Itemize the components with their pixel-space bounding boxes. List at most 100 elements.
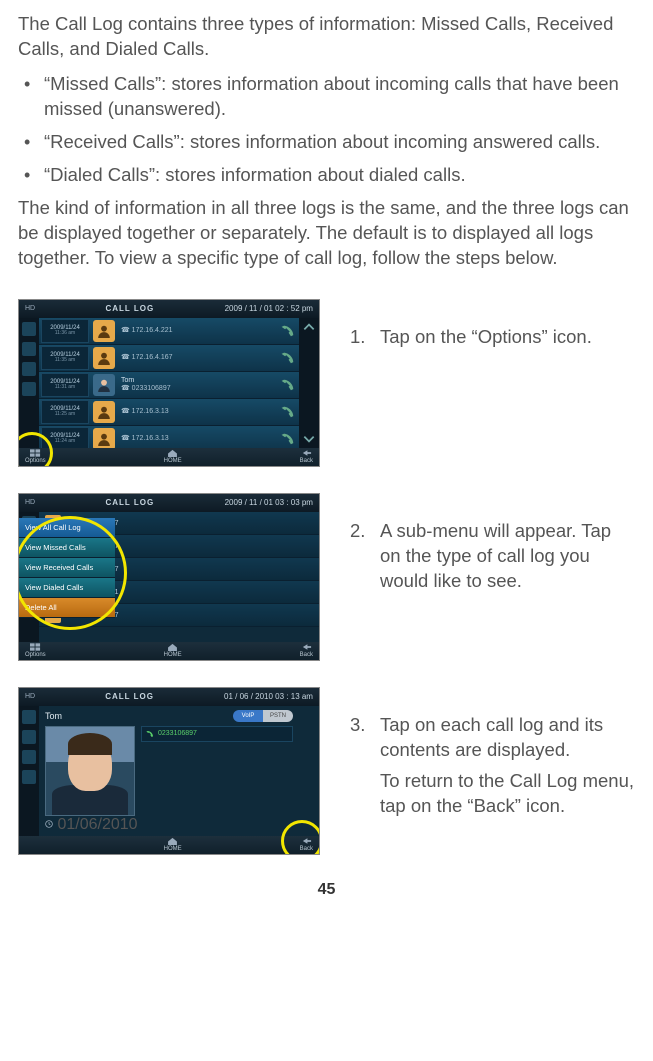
screenshot-clock: 01 / 06 / 2010 03 : 13 am bbox=[224, 692, 313, 701]
screenshot-topbar: HD CALL LOG 2009 / 11 / 01 03 : 03 pm bbox=[19, 494, 319, 512]
voip-pstn-toggle[interactable]: VoIP PSTN bbox=[233, 710, 293, 722]
handset-icon[interactable] bbox=[281, 324, 295, 338]
contact-main: 0233106897 bbox=[45, 726, 293, 816]
bullet-item: “Dialed Calls”: stores information about… bbox=[18, 163, 635, 188]
left-icon[interactable] bbox=[22, 710, 36, 724]
hd-indicator: HD bbox=[25, 693, 35, 700]
contact-name-row: Tom VoIP PSTN bbox=[45, 710, 293, 722]
step-2-text: 2. A sub-menu will appear. Tap on the ty… bbox=[350, 493, 635, 600]
screenshot-left-icons bbox=[19, 706, 39, 836]
screenshot-topbar: HD CALL LOG 01 / 06 / 2010 03 : 13 am bbox=[19, 688, 319, 706]
menu-item-view-all[interactable]: View All Call Log bbox=[19, 518, 115, 538]
row-info: ☎ 172.16.4.167 bbox=[119, 354, 277, 362]
screenshot-3: HD CALL LOG 01 / 06 / 2010 03 : 13 am To… bbox=[18, 687, 320, 855]
left-icon[interactable] bbox=[22, 342, 36, 356]
left-icon[interactable] bbox=[22, 322, 36, 336]
avatar-icon bbox=[93, 428, 115, 450]
step-row-1: HD CALL LOG 2009 / 11 / 01 02 : 52 pm 20… bbox=[18, 299, 635, 467]
chevron-down-icon[interactable] bbox=[302, 432, 316, 446]
left-icon[interactable] bbox=[22, 730, 36, 744]
menu-item-dialed[interactable]: View Dialed Calls bbox=[19, 578, 115, 598]
screenshot-1: HD CALL LOG 2009 / 11 / 01 02 : 52 pm 20… bbox=[18, 299, 320, 467]
call-log-row[interactable]: 2009/11/24 11:36 am ☎ 172.16.4.221 bbox=[39, 318, 299, 345]
screenshot-title: CALL LOG bbox=[105, 692, 154, 701]
back-button[interactable]: Back bbox=[300, 643, 313, 658]
menu-item-missed[interactable]: View Missed Calls bbox=[19, 538, 115, 558]
contact-name: Tom bbox=[45, 711, 62, 721]
call-log-rows: 2009/11/24 11:36 am ☎ 172.16.4.221 2009/… bbox=[39, 318, 299, 448]
call-log-row[interactable]: 2009/11/24 11:25 am ☎ 172.16.3.13 bbox=[39, 399, 299, 426]
row-date: 2009/11/24 11:36 am bbox=[41, 319, 89, 343]
intro-paragraph: The Call Log contains three types of inf… bbox=[18, 12, 635, 62]
screenshot-left-icons bbox=[19, 318, 39, 448]
row-info: Tom ☎ 0233106897 bbox=[119, 377, 277, 392]
step-row-2: HD CALL LOG 2009 / 11 / 01 03 : 03 pm ☎ … bbox=[18, 493, 635, 661]
call-log-row[interactable]: 2009/11/24 11:31 am Tom ☎ 0233106897 bbox=[39, 372, 299, 399]
options-button[interactable]: Options bbox=[25, 449, 46, 464]
scroll-arrows bbox=[299, 318, 319, 448]
call-detail-body: Tom VoIP PSTN 02331068 bbox=[39, 706, 299, 836]
home-button[interactable]: HOME bbox=[164, 449, 182, 464]
step-number: 2. bbox=[350, 519, 370, 600]
handset-icon[interactable] bbox=[281, 378, 295, 392]
left-icon[interactable] bbox=[22, 362, 36, 376]
voip-toggle[interactable]: VoIP bbox=[233, 710, 263, 722]
handset-icon[interactable] bbox=[281, 405, 295, 419]
step-body: A sub-menu will appear. Tap on the type … bbox=[380, 519, 635, 600]
phone-icon: ☎ 172.16.4.221 bbox=[121, 327, 277, 335]
page-root: The Call Log contains three types of inf… bbox=[0, 0, 653, 939]
left-icon[interactable] bbox=[22, 770, 36, 784]
screenshot-bottombar: Options HOME Back bbox=[19, 448, 319, 466]
bullet-list: “Missed Calls”: stores information about… bbox=[18, 72, 635, 188]
screenshot-2: HD CALL LOG 2009 / 11 / 01 03 : 03 pm ☎ … bbox=[18, 493, 320, 661]
options-submenu: View All Call Log View Missed Calls View… bbox=[19, 518, 115, 618]
step-row-3: HD CALL LOG 01 / 06 / 2010 03 : 13 am To… bbox=[18, 687, 635, 855]
step-3-text: 3. Tap on each call log and its contents… bbox=[350, 687, 635, 825]
contact-portrait bbox=[45, 726, 135, 816]
avatar-icon bbox=[93, 374, 115, 396]
avatar-icon bbox=[93, 401, 115, 423]
row-date: 2009/11/24 11:25 am bbox=[41, 400, 89, 424]
contact-details: 0233106897 bbox=[141, 726, 293, 816]
row-info: ☎ 172.16.4.221 bbox=[119, 327, 277, 335]
screenshot-title: CALL LOG bbox=[105, 304, 154, 313]
step-body: Tap on each call log and its contents ar… bbox=[380, 713, 635, 825]
back-button[interactable]: Back bbox=[300, 449, 313, 464]
step-number: 3. bbox=[350, 713, 370, 825]
back-button[interactable]: Back bbox=[300, 837, 313, 852]
step-body: Tap on the “Options” icon. bbox=[380, 325, 635, 356]
call-log-row[interactable]: 2009/11/24 11:35 am ☎ 172.16.4.167 bbox=[39, 345, 299, 372]
left-icon[interactable] bbox=[22, 382, 36, 396]
bullet-item: “Missed Calls”: stores information about… bbox=[18, 72, 635, 122]
home-button[interactable]: HOME bbox=[164, 643, 182, 658]
handset-icon[interactable] bbox=[281, 351, 295, 365]
screenshot-bottombar: Options HOME Back bbox=[19, 642, 319, 660]
handset-icon[interactable] bbox=[281, 432, 295, 446]
screenshot-topbar: HD CALL LOG 2009 / 11 / 01 02 : 52 pm bbox=[19, 300, 319, 318]
row-info: ☎ 172.16.3.13 bbox=[119, 408, 277, 416]
chevron-up-icon[interactable] bbox=[302, 320, 316, 334]
screenshot-bottombar: Options HOME Back bbox=[19, 836, 319, 854]
row-date: 2009/11/24 11:35 am bbox=[41, 346, 89, 370]
paragraph-2: The kind of information in all three log… bbox=[18, 196, 635, 271]
screenshot-title: CALL LOG bbox=[105, 498, 154, 507]
screenshot-clock: 2009 / 11 / 01 02 : 52 pm bbox=[225, 304, 313, 313]
pstn-toggle[interactable]: PSTN bbox=[263, 710, 293, 722]
contact-number-row[interactable]: 0233106897 bbox=[141, 726, 293, 742]
hd-indicator: HD bbox=[25, 305, 35, 312]
screenshot-clock: 2009 / 11 / 01 03 : 03 pm bbox=[225, 498, 313, 507]
menu-item-delete-all[interactable]: Delete All bbox=[19, 598, 115, 618]
hd-indicator: HD bbox=[25, 499, 35, 506]
avatar-icon bbox=[93, 347, 115, 369]
step-number: 1. bbox=[350, 325, 370, 356]
row-info: ☎ 172.16.3.13 bbox=[119, 435, 277, 443]
left-icon[interactable] bbox=[22, 750, 36, 764]
options-button[interactable]: Options bbox=[25, 643, 46, 658]
page-number: 45 bbox=[18, 881, 635, 899]
avatar-icon bbox=[93, 320, 115, 342]
menu-item-received[interactable]: View Received Calls bbox=[19, 558, 115, 578]
home-button[interactable]: HOME bbox=[164, 837, 182, 852]
bullet-item: “Received Calls”: stores information abo… bbox=[18, 130, 635, 155]
step-1-text: 1. Tap on the “Options” icon. bbox=[350, 299, 635, 356]
phone-icon bbox=[146, 730, 154, 738]
